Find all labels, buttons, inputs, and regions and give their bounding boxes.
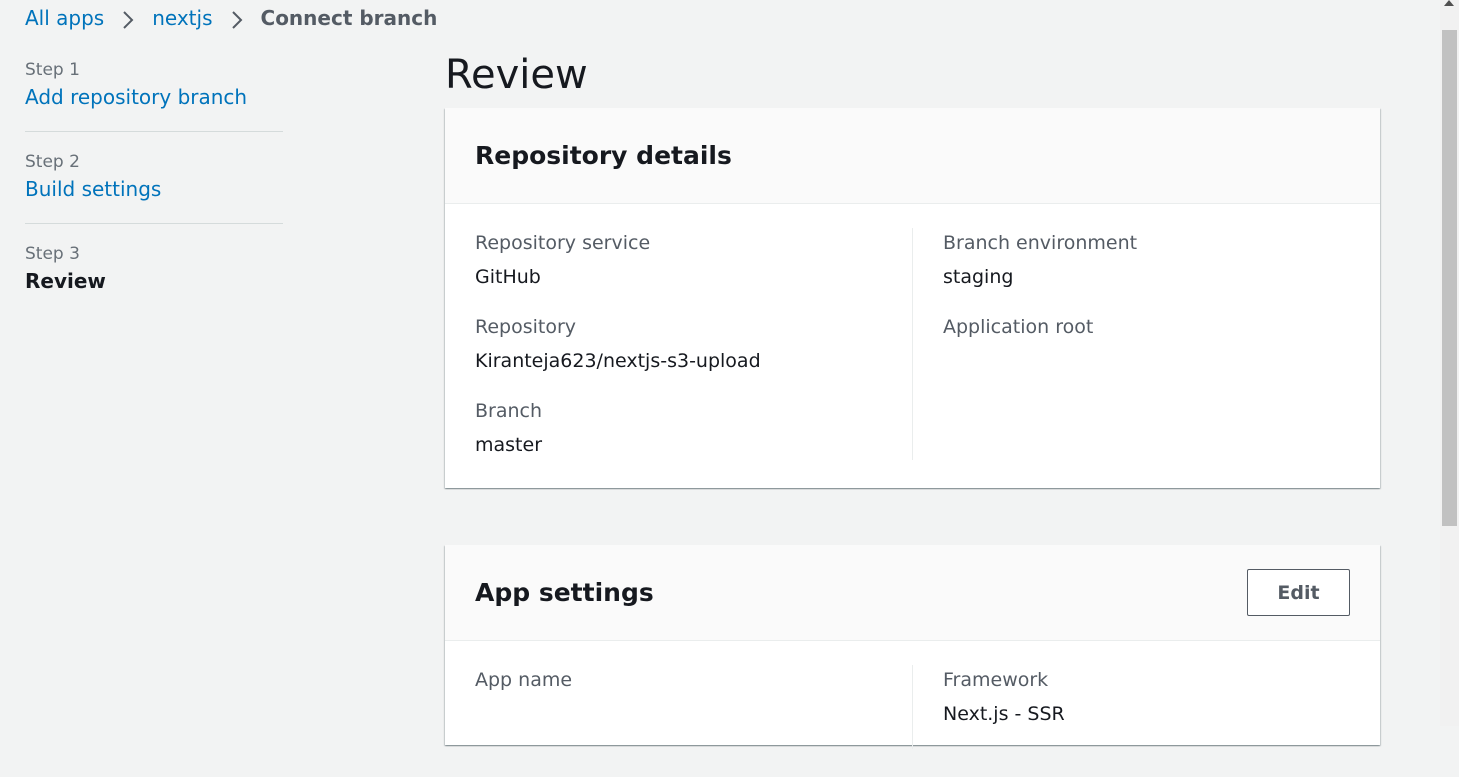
chevron-right-icon xyxy=(213,5,261,31)
step-1: Step 1 Add repository branch xyxy=(25,58,283,132)
app-settings-panel: App settings Edit App name Framework Nex… xyxy=(445,545,1380,749)
step-3: Step 3 Review xyxy=(25,242,283,315)
page-scrollbar[interactable] xyxy=(1440,0,1459,726)
field-value: Next.js - SSR xyxy=(943,703,1065,725)
field-branch: Branch master xyxy=(475,396,882,460)
field-value: master xyxy=(475,434,543,456)
panel-body: Repository service GitHub Repository Kir… xyxy=(445,204,1380,488)
step-link-build-settings[interactable]: Build settings xyxy=(25,174,283,204)
scrollbar-thumb[interactable] xyxy=(1442,30,1457,526)
chevron-right-icon xyxy=(104,5,152,31)
field-framework: Framework Next.js - SSR xyxy=(943,665,1350,729)
field-repository: Repository Kiranteja623/nextjs-s3-upload xyxy=(475,312,882,376)
panel-body: App name Framework Next.js - SSR xyxy=(445,641,1380,777)
right-column: Branch environment staging Application r… xyxy=(913,228,1350,460)
field-label: Repository xyxy=(475,316,577,338)
field-label: App name xyxy=(475,669,573,691)
field-label: Repository service xyxy=(475,232,651,254)
field-label: Application root xyxy=(943,316,1094,338)
field-app-name: App name xyxy=(475,665,882,729)
field-label: Branch environment xyxy=(943,232,1138,254)
page-title: Review xyxy=(445,52,588,98)
panel-title: Repository details xyxy=(475,141,732,170)
step-current-review: Review xyxy=(25,269,106,293)
field-value: staging xyxy=(943,266,1014,288)
left-column: App name xyxy=(475,665,913,749)
wizard-steps: Step 1 Add repository branch Step 2 Buil… xyxy=(25,58,283,333)
step-number: Step 1 xyxy=(25,60,80,80)
panel-header: App settings Edit xyxy=(445,545,1380,641)
panel-title: App settings xyxy=(475,578,654,607)
field-repository-service: Repository service GitHub xyxy=(475,228,882,292)
field-value xyxy=(943,346,1350,376)
repository-details-panel: Repository details Repository service Gi… xyxy=(445,108,1380,488)
step-number: Step 3 xyxy=(25,244,80,264)
step-number: Step 2 xyxy=(25,152,80,172)
field-application-root: Application root xyxy=(943,312,1350,376)
field-label: Branch xyxy=(475,400,543,422)
breadcrumb-current: Connect branch xyxy=(260,6,438,30)
field-branch-environment: Branch environment staging xyxy=(943,228,1350,292)
breadcrumb: All apps nextjs Connect branch xyxy=(25,5,437,31)
left-column: Repository service GitHub Repository Kir… xyxy=(475,228,913,460)
breadcrumb-all-apps[interactable]: All apps xyxy=(25,5,104,31)
scroll-up-arrow-icon[interactable] xyxy=(1444,0,1454,6)
field-label: Framework xyxy=(943,669,1049,691)
right-column: Framework Next.js - SSR xyxy=(913,665,1350,749)
panel-header: Repository details xyxy=(445,108,1380,204)
step-2: Step 2 Build settings xyxy=(25,150,283,224)
step-link-add-repository-branch[interactable]: Add repository branch xyxy=(25,82,283,112)
field-value xyxy=(475,699,882,729)
field-value: Kiranteja623/nextjs-s3-upload xyxy=(475,350,761,372)
breadcrumb-nextjs[interactable]: nextjs xyxy=(152,5,212,31)
field-value: GitHub xyxy=(475,266,541,288)
edit-button[interactable]: Edit xyxy=(1247,569,1350,616)
